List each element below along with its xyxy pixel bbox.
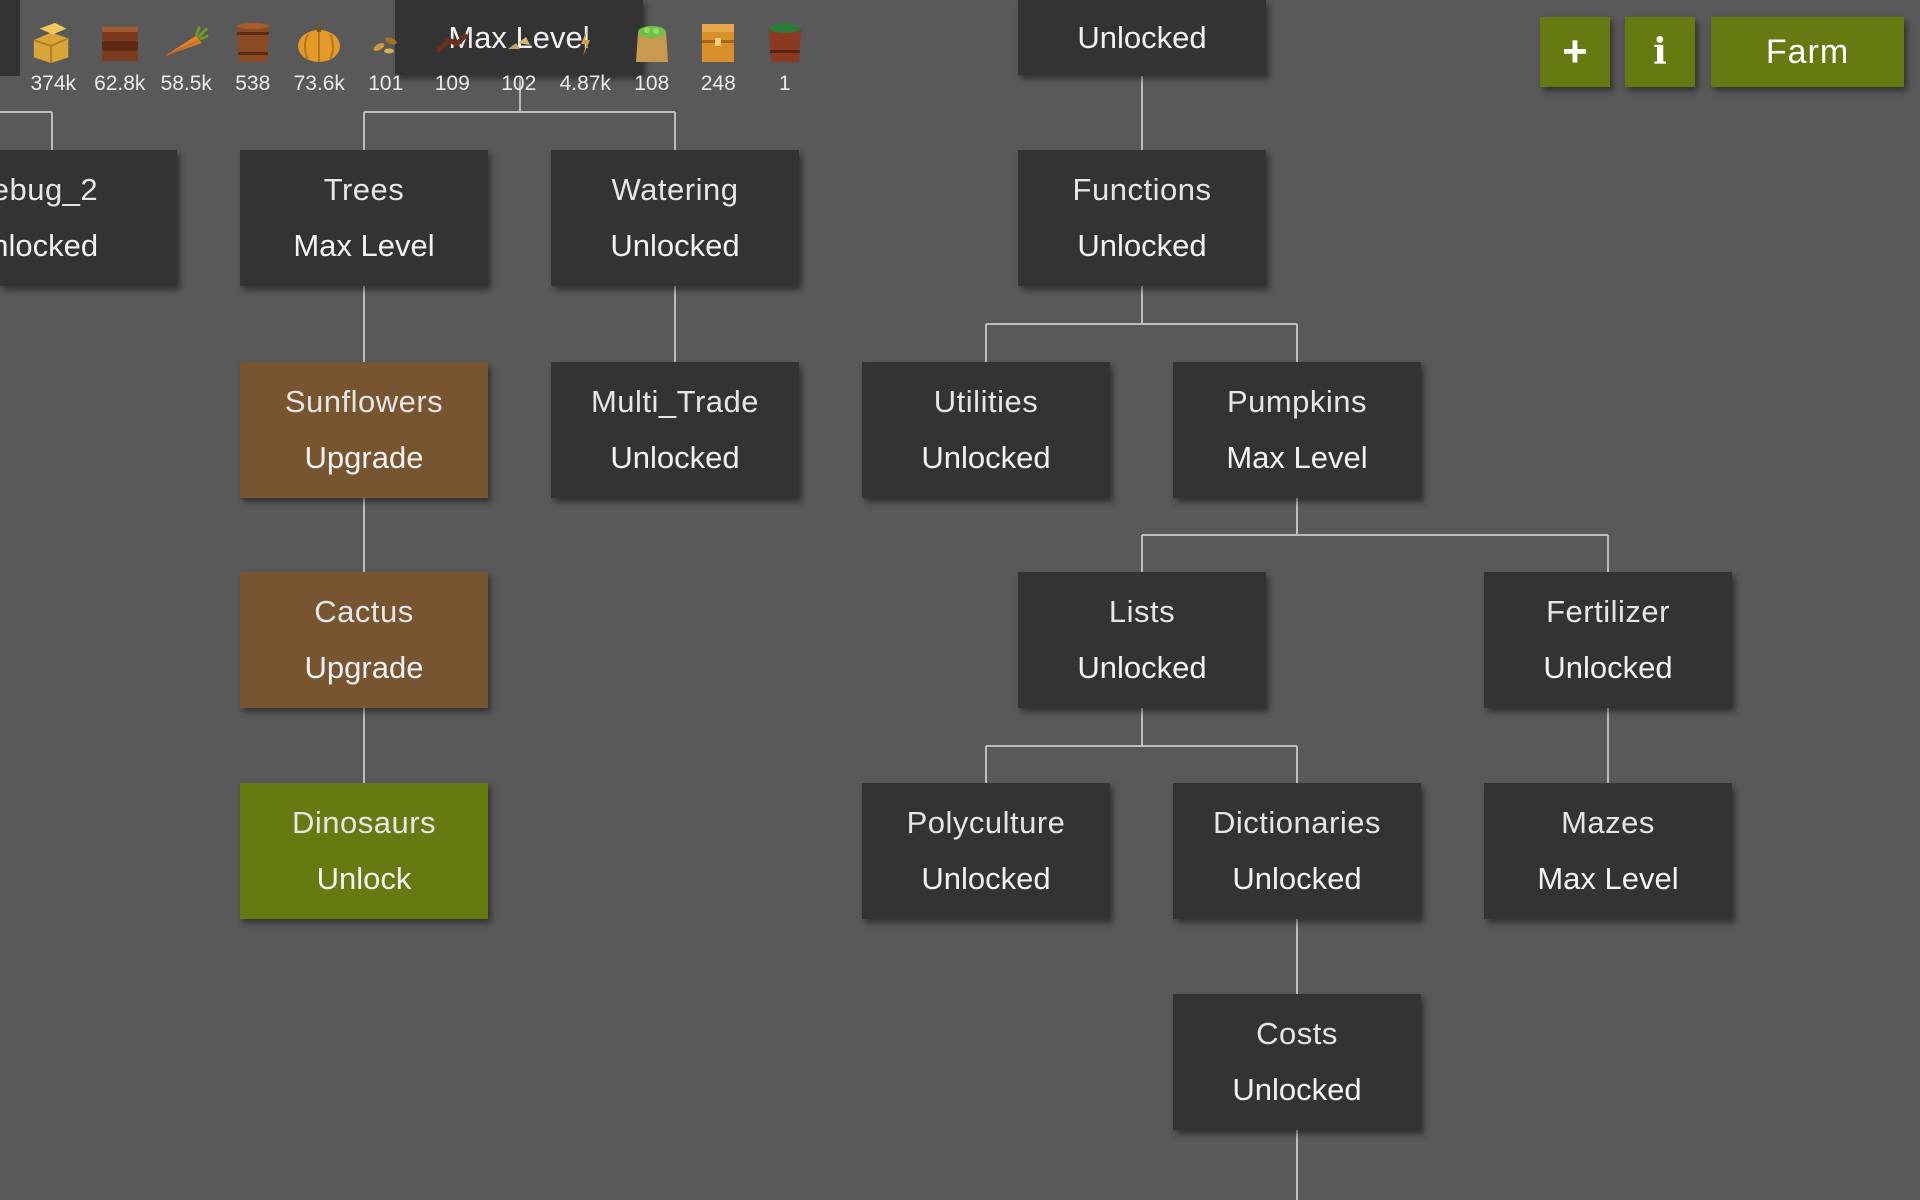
node-status: Unlocked [921, 861, 1051, 896]
node-name: Costs [1256, 1016, 1338, 1051]
resource-fertilizer: 108 [619, 12, 686, 108]
resource-seeds: 101 [353, 12, 420, 108]
resource-value: 102 [501, 72, 537, 95]
upgrade-node-mazes[interactable]: Mazes Max Level [1484, 783, 1732, 919]
treasure-chest-icon [695, 20, 741, 66]
weird-substance-barrel-icon [762, 20, 808, 66]
carrot-icon [163, 20, 209, 66]
resource-value: 248 [700, 72, 736, 95]
upgrade-node-top-right[interactable]: Unlocked [1018, 0, 1266, 75]
upgrade-node-utilities[interactable]: Utilities Unlocked [862, 362, 1110, 498]
resource-value: 1 [778, 72, 791, 95]
resource-value: 109 [434, 72, 470, 95]
farm-button[interactable]: Farm [1711, 17, 1904, 87]
node-status: Upgrade [304, 440, 424, 475]
node-status: Upgrade [304, 650, 424, 685]
nuggets-icon [496, 20, 542, 66]
node-status: Unlocked [610, 440, 740, 475]
upgrade-node-pumpkins[interactable]: Pumpkins Max Level [1173, 362, 1421, 498]
node-name: Utilities [933, 384, 1039, 419]
resource-hay: 374k [20, 12, 87, 108]
node-name: Trees [323, 172, 405, 207]
node-status: Unlocked [921, 440, 1051, 475]
resource-value: 73.6k [293, 72, 345, 95]
node-name: Dinosaurs [291, 805, 437, 840]
node-status: Unlocked [1232, 1072, 1362, 1107]
fertilizer-sack-icon [629, 20, 675, 66]
resource-wood: 62.8k [87, 12, 154, 108]
node-name: Cactus [314, 594, 414, 629]
node-name: Lists [1108, 594, 1176, 629]
upgrade-node-cactus[interactable]: Cactus Upgrade [240, 572, 488, 708]
resource-bar: 374k 62.8k 58.5k 538 73.6k 101 109 102 4… [20, 12, 818, 108]
resource-value: 101 [368, 72, 404, 95]
resource-pumpkin: 73.6k [286, 12, 353, 108]
power-icon [562, 20, 608, 66]
resource-treasure: 248 [685, 12, 752, 108]
resource-bones: 109 [419, 12, 486, 108]
node-name: Fertilizer [1546, 594, 1670, 629]
water-barrel-icon [230, 20, 276, 66]
node-status: Unlocked [1077, 19, 1207, 55]
upgrade-node-functions[interactable]: Functions Unlocked [1018, 150, 1266, 286]
resource-value: 62.8k [94, 72, 146, 95]
node-status: Unlocked [1543, 650, 1673, 685]
node-status: Max Level [1537, 861, 1679, 896]
upgrade-node-polyculture[interactable]: Polyculture Unlocked [862, 783, 1110, 919]
upgrade-node-watering[interactable]: Watering Unlocked [551, 150, 799, 286]
hay-icon [30, 20, 76, 66]
node-status: Unlocked [1232, 861, 1362, 896]
node-status: Unlocked [1077, 228, 1207, 263]
resource-value: 58.5k [160, 72, 212, 95]
node-status: Unlock [316, 861, 412, 896]
resource-value: 374k [30, 72, 77, 95]
resource-gold: 102 [486, 12, 553, 108]
upgrade-node-multi-trade[interactable]: Multi_Trade Unlocked [551, 362, 799, 498]
resource-value: 108 [634, 72, 670, 95]
node-name: Sunflowers [284, 384, 444, 419]
resource-weird-substance: 1 [752, 12, 819, 108]
upgrade-node-sunflowers[interactable]: Sunflowers Upgrade [240, 362, 488, 498]
node-name: Debug_2 [0, 172, 99, 207]
info-button[interactable]: i [1625, 17, 1695, 87]
upgrade-node-dictionaries[interactable]: Dictionaries Unlocked [1173, 783, 1421, 919]
resource-value: 538 [235, 72, 271, 95]
add-button[interactable]: + [1540, 17, 1610, 87]
node-status: Unlocked [0, 228, 99, 263]
info-icon: i [1653, 31, 1667, 73]
upgrade-node-costs[interactable]: Costs Unlocked [1173, 994, 1421, 1130]
node-status: Unlocked [610, 228, 740, 263]
upgrade-tree-canvas[interactable]: Max Level Unlocked Debug_2 Unlocked Tree… [0, 0, 1920, 1200]
upgrade-node-trees[interactable]: Trees Max Level [240, 150, 488, 286]
bones-icon [429, 20, 475, 66]
node-status: Max Level [293, 228, 435, 263]
pumpkin-icon [296, 20, 342, 66]
node-name: Functions [1072, 172, 1212, 207]
upgrade-node-fertilizer[interactable]: Fertilizer Unlocked [1484, 572, 1732, 708]
node-status: Unlocked [1077, 650, 1207, 685]
resource-water: 538 [220, 12, 287, 108]
farm-button-label: Farm [1765, 32, 1850, 71]
upgrade-node-lists[interactable]: Lists Unlocked [1018, 572, 1266, 708]
node-name: Multi_Trade [590, 384, 760, 419]
plus-icon: + [1562, 27, 1588, 76]
upgrade-node-debug-2[interactable]: Debug_2 Unlocked [0, 150, 177, 286]
resource-value: 4.87k [559, 72, 611, 95]
node-name: Pumpkins [1226, 384, 1368, 419]
node-name: Dictionaries [1213, 805, 1381, 840]
partial-node-edge [0, 0, 20, 76]
node-status: Max Level [1226, 440, 1368, 475]
node-name: Polyculture [906, 805, 1066, 840]
upgrade-node-dinosaurs[interactable]: Dinosaurs Unlock [240, 783, 488, 919]
resource-power: 4.87k [552, 12, 619, 108]
node-name: Mazes [1561, 805, 1655, 840]
wood-icon [97, 20, 143, 66]
node-name: Watering [611, 172, 739, 207]
resource-carrot: 58.5k [153, 12, 220, 108]
seeds-icon [363, 20, 409, 66]
